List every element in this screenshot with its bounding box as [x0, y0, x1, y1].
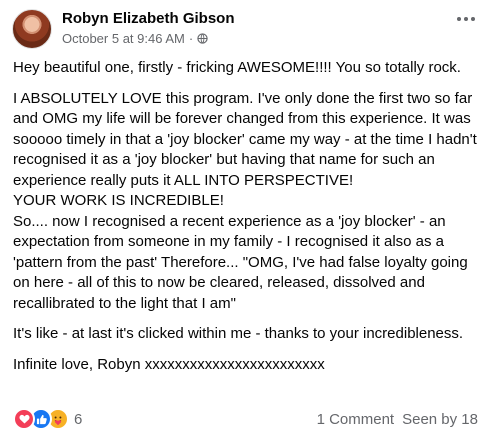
- post-paragraph: Infinite love, Robyn xxxxxxxxxxxxxxxxxxx…: [13, 355, 325, 373]
- post-meta: October 5 at 9:46 AM ·: [62, 31, 208, 46]
- author-name[interactable]: Robyn Elizabeth Gibson: [62, 10, 235, 27]
- avatar[interactable]: [12, 9, 52, 49]
- post-paragraph: I ABSOLUTELY LOVE this program. I've onl…: [13, 89, 477, 312]
- more-options-button[interactable]: [457, 17, 475, 21]
- globe-icon[interactable]: [197, 33, 208, 44]
- seen-by-link[interactable]: Seen by 18: [402, 411, 478, 428]
- post-body: Hey beautiful one, firstly - fricking AW…: [13, 58, 478, 385]
- post-footer: 6 1 Comment Seen by 18: [13, 408, 478, 430]
- dot-icon: [471, 17, 475, 21]
- post-paragraph: It's like - at last it's clicked within …: [13, 325, 464, 342]
- dot-icon: [457, 17, 461, 21]
- love-icon: [13, 408, 35, 430]
- comment-count-link[interactable]: 1 Comment: [317, 411, 395, 428]
- dot-icon: [464, 17, 468, 21]
- post-header: Robyn Elizabeth Gibson October 5 at 9:46…: [12, 9, 477, 53]
- reactions-summary[interactable]: 6: [13, 408, 82, 430]
- post-paragraph: Hey beautiful one, firstly - fricking AW…: [13, 59, 461, 76]
- post-stats: 1 Comment Seen by 18: [317, 411, 478, 428]
- reaction-count[interactable]: 6: [74, 411, 82, 428]
- timestamp[interactable]: October 5 at 9:46 AM: [62, 31, 185, 46]
- meta-separator: ·: [188, 31, 194, 46]
